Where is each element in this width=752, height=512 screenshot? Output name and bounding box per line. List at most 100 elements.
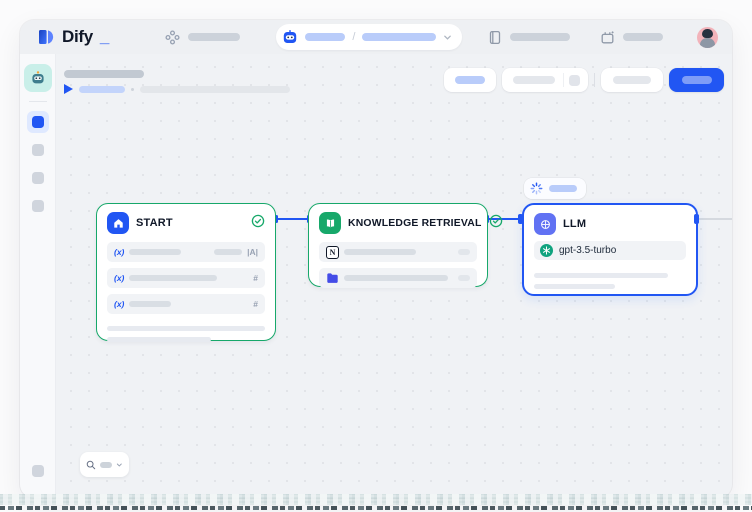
run-options-icon[interactable] [569,75,580,86]
settings-icon [32,465,44,477]
node-knowledge-retrieval[interactable]: KNOWLEDGE RETRIEVAL N [308,203,488,287]
publish-button[interactable] [669,68,724,92]
variable-name-placeholder [129,275,217,281]
play-icon[interactable] [64,84,73,94]
brand-name: Dify [62,27,93,47]
llm-output-handle[interactable] [694,214,699,224]
dataset-count-placeholder [458,249,470,255]
workflow-canvas[interactable]: START (x) |A| (x) [56,54,732,498]
node-llm-title: LLM [563,218,686,230]
top-header: Dify _ / [20,20,732,54]
app-name-placeholder [305,33,345,41]
openai-icon [540,244,553,257]
model-selector-row[interactable]: gpt-3.5-turbo [534,241,686,260]
start-variable-row[interactable]: (x) # [107,268,265,288]
start-variable-row[interactable]: (x) |A| [107,242,265,262]
running-label-placeholder [549,185,577,192]
app-window: Dify _ / [20,20,732,498]
sidebar-item-4-icon [32,200,44,212]
screenshot-torn-edge [0,494,752,512]
workflow-name-placeholder [362,33,436,41]
sidebar-divider [29,101,47,102]
orchestrate-icon [32,116,44,128]
breadcrumb-separator: / [352,31,355,43]
loading-spinner-icon [530,182,543,195]
folder-icon [326,272,339,284]
variable-value-placeholder [214,249,242,255]
notion-icon: N [326,246,339,259]
dify-logo-mark [36,27,56,47]
robot-icon [29,69,47,87]
brand-cursor: _ [100,27,109,47]
chevron-down-icon [116,461,123,469]
llm-model-icon [534,213,556,235]
plugins-label-placeholder[interactable] [623,33,663,41]
dataset-count-placeholder [458,275,470,281]
node-running-badge [524,178,586,199]
check-success-icon [251,214,265,233]
sidebar-item-2-icon [32,144,44,156]
workflow-title-placeholder [64,70,144,78]
check-success-icon [489,214,503,233]
node-description-placeholder [107,326,265,331]
docs-icon[interactable] [488,30,502,45]
run-split-button[interactable] [502,68,588,92]
variable-name-placeholder [129,249,181,255]
magnifier-icon [86,459,96,471]
plugins-icon[interactable] [600,30,615,45]
dataset-name-placeholder [344,275,448,281]
preview-button[interactable] [601,68,663,92]
workspace-name-placeholder[interactable] [188,33,240,41]
start-variable-row[interactable]: (x) # [107,294,265,314]
node-knowledge-title: KNOWLEDGE RETRIEVAL [348,218,482,229]
sidebar-item-3[interactable] [27,167,49,189]
toolbar-divider [594,73,595,87]
dot-separator [131,88,134,91]
current-app-icon[interactable] [24,64,52,92]
node-description-placeholder [534,284,615,289]
book-open-icon [319,212,341,234]
variable-icon: (x) [114,247,124,257]
sidebar-item-orchestrate[interactable] [27,111,49,133]
variable-icon: (x) [114,299,124,309]
dataset-name-placeholder [344,249,416,255]
zoom-level-placeholder [100,462,112,468]
user-avatar[interactable] [697,27,718,48]
node-start-title: START [136,217,244,229]
type-number-icon: # [253,273,258,283]
run-label-placeholder [79,86,125,93]
workspace-icon[interactable] [165,30,180,45]
canvas-toolbar [444,68,724,92]
bot-avatar-icon [282,29,298,45]
type-number-icon: # [253,299,258,309]
edge-start-to-knowledge[interactable] [276,218,309,220]
last-run-row [64,84,290,94]
features-button[interactable] [444,68,496,92]
variable-name-placeholder [129,301,171,307]
sidebar-item-3-icon [32,172,44,184]
left-sidebar [20,54,56,498]
node-start[interactable]: START (x) |A| (x) [96,203,276,341]
app-breadcrumb-pill[interactable]: / [276,24,462,50]
dataset-row[interactable] [319,268,477,288]
dify-logo[interactable]: Dify _ [36,27,109,47]
model-name: gpt-3.5-turbo [559,245,616,256]
variable-icon: (x) [114,273,124,283]
zoom-control[interactable] [80,452,129,477]
sidebar-item-2[interactable] [27,139,49,161]
type-string-icon: |A| [247,247,258,257]
edge-llm-outgoing[interactable] [697,218,732,220]
docs-label-placeholder[interactable] [510,33,570,41]
run-meta-placeholder [140,86,290,93]
home-icon [107,212,129,234]
llm-input-handle[interactable] [518,214,523,224]
avatar-figure [702,29,713,38]
chevron-down-icon [443,33,452,42]
node-description-placeholder [107,337,211,342]
sidebar-item-settings[interactable] [27,460,49,482]
avatar-figure-body [700,38,715,48]
sidebar-item-4[interactable] [27,195,49,217]
node-description-placeholder [534,273,668,278]
node-llm[interactable]: LLM gpt-3.5-turbo [522,203,698,296]
dataset-row[interactable]: N [319,242,477,262]
